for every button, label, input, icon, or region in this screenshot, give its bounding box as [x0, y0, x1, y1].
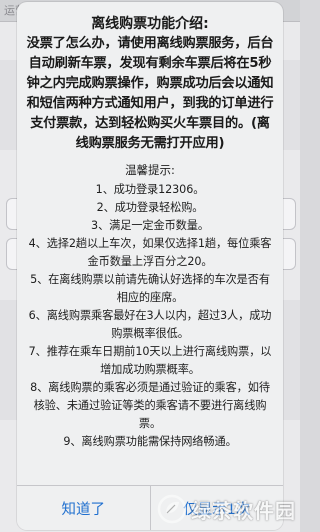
offline-ticket-dialog: 离线购票功能介绍: 没票了怎么办，请使用离线购票服务，后台自动刷新车票，发现有剩…	[17, 2, 283, 530]
tip-item: 7、推荐在乘车日期前10天以上进行离线购票，以增加成功购票概率。	[28, 345, 272, 376]
tip-item: 6、离线购票乘客最好在3人以内，超过3人，成功购票概率很低。	[28, 309, 272, 340]
tip-item: 1、成功登录12306。	[95, 183, 205, 196]
show-once-button[interactable]: 仅显示1次	[151, 486, 284, 530]
tip-item: 5、在离线购票以前请先确认好选择的车次是否有相应的座席。	[30, 273, 270, 304]
tip-item: 3、满足一定金币数量。	[91, 219, 209, 232]
dialog-intro-text: 没票了怎么办，请使用离线购票服务，后台自动刷新车票，发现有剩余车票后将在5秒钟之…	[26, 36, 274, 151]
got-it-button[interactable]: 知道了	[17, 486, 150, 530]
tip-item: 4、选择2趟以上车次，如果仅选择1趟，每位乘客金币数量上浮百分之20。	[28, 237, 272, 268]
tips-heading: 温馨提示:	[125, 163, 175, 177]
dialog-content: 离线购票功能介绍: 没票了怎么办，请使用离线购票服务，后台自动刷新车票，发现有剩…	[17, 2, 283, 486]
tip-item: 2、成功登录轻松购。	[96, 201, 204, 214]
tips-list: 1、成功登录12306。 2、成功登录轻松购。 3、满足一定金币数量。 4、选择…	[17, 181, 283, 451]
dialog-title: 离线购票功能介绍:	[91, 16, 209, 32]
dialog-button-bar: 知道了 仅显示1次	[17, 485, 283, 530]
tip-item: 8、离线购票的乘客必须是通过验证的乘客，如待核验、未通过验证等类的乘客请不要进行…	[30, 381, 270, 430]
tip-item: 9、离线购票功能需保持网络畅通。	[63, 435, 237, 448]
